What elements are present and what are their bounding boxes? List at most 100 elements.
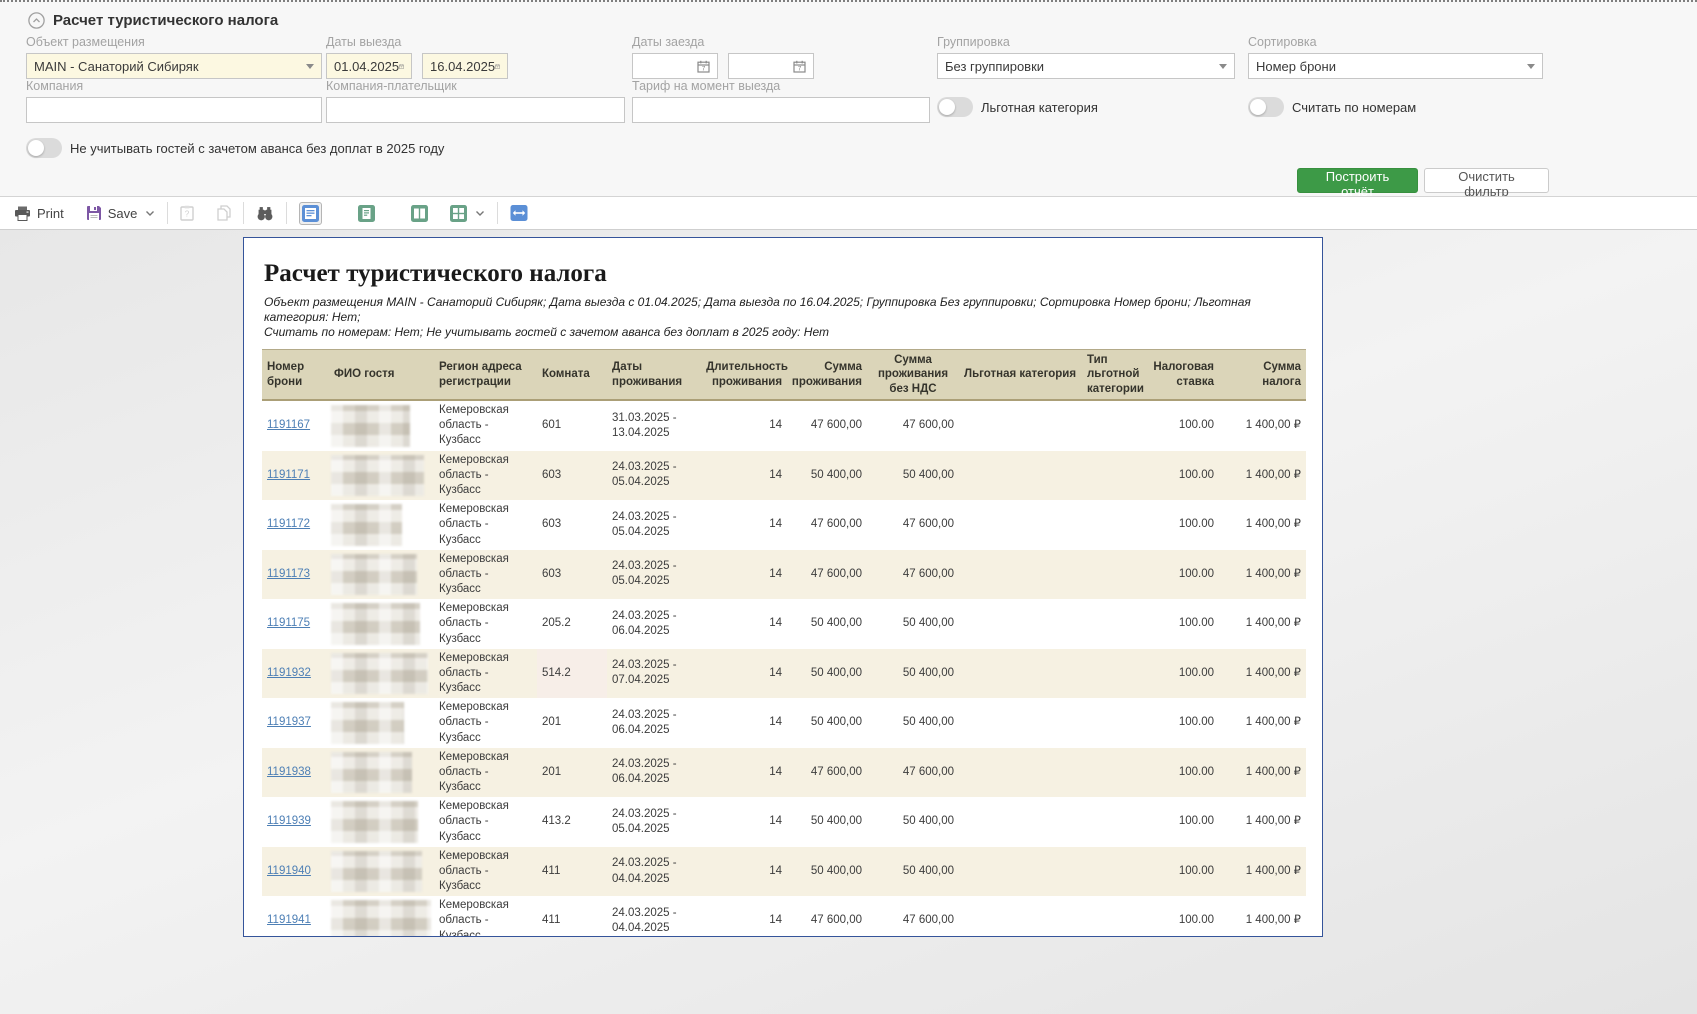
- sorting-select[interactable]: Номер брони: [1248, 53, 1543, 79]
- tax-amount-cell: 1 400,00 ₽: [1219, 649, 1306, 699]
- fit-width-button[interactable]: [510, 205, 528, 221]
- collapse-panel-button[interactable]: [28, 12, 45, 29]
- arrival-from-input[interactable]: 7: [632, 53, 718, 79]
- object-label: Объект размещения: [26, 35, 322, 50]
- guest-name-cell: [329, 896, 434, 937]
- departure-from-input[interactable]: 01.04.2025 7: [326, 53, 412, 79]
- stay-amount-no-vat-cell: 47 600,00: [867, 748, 959, 798]
- stay-dates-cell: 24.03.2025 - 05.04.2025: [607, 500, 707, 550]
- room-cell: 603: [537, 550, 607, 600]
- column-header: Сумма налога: [1219, 350, 1306, 399]
- toggle-switch[interactable]: [26, 138, 62, 158]
- blurred-guest-name: [331, 702, 404, 744]
- benefit-type-cell: [1082, 797, 1155, 847]
- report-table-body: 1191167Кемеровская область - Кузбасс6013…: [262, 401, 1306, 937]
- paste-button-disabled: ?: [180, 205, 194, 221]
- print-button[interactable]: Print: [14, 206, 64, 221]
- tariff-input[interactable]: [632, 97, 930, 123]
- stay-length-cell: 14: [707, 797, 787, 847]
- booking-link[interactable]: 1191175: [267, 616, 310, 631]
- stay-amount-no-vat-cell: 50 400,00: [867, 451, 959, 501]
- filter-panel: Расчет туристического налога Объект разм…: [0, 0, 1697, 196]
- stay-dates-cell: 24.03.2025 - 04.04.2025: [607, 847, 707, 897]
- stay-length-cell: 14: [707, 401, 787, 451]
- stay-length-cell: 14: [707, 698, 787, 748]
- view-continuous-button[interactable]: [358, 205, 375, 222]
- departure-to-input[interactable]: 16.04.2025 7: [422, 53, 508, 79]
- find-button[interactable]: [256, 206, 274, 221]
- booking-link[interactable]: 1191172: [267, 517, 310, 532]
- no-advance-toggle[interactable]: Не учитывать гостей с зачетом аванса без…: [26, 138, 444, 158]
- booking-link-cell: 1191167: [262, 401, 329, 451]
- tax-rate-cell: 100.00: [1155, 500, 1219, 550]
- view-two-pages-button[interactable]: [411, 205, 428, 222]
- table-row: 1191932Кемеровская область - Кузбасс514.…: [262, 649, 1306, 699]
- toolbar-separator: [497, 202, 498, 224]
- stay-amount-cell: 50 400,00: [787, 797, 867, 847]
- report-page: Расчет туристического налога Объект разм…: [243, 237, 1323, 937]
- stay-amount-cell: 47 600,00: [787, 500, 867, 550]
- column-header: Даты проживания: [607, 350, 707, 399]
- view-grid-icon: [450, 205, 467, 222]
- stay-amount-no-vat-cell: 50 400,00: [867, 847, 959, 897]
- calendar-icon: 7: [793, 60, 806, 73]
- table-row: 1191173Кемеровская область - Кузбасс6032…: [262, 550, 1306, 600]
- count-by-rooms-toggle[interactable]: Считать по номерам: [1248, 97, 1416, 117]
- stay-dates-cell: 24.03.2025 - 07.04.2025: [607, 649, 707, 699]
- stay-length-cell: 14: [707, 649, 787, 699]
- toggle-switch[interactable]: [937, 97, 973, 117]
- build-report-button[interactable]: Построить отчёт: [1297, 168, 1418, 193]
- booking-link[interactable]: 1191173: [267, 567, 310, 582]
- page-title: Расчет туристического налога: [53, 12, 278, 29]
- room-cell: 514.2: [537, 649, 607, 699]
- stay-length-cell: 14: [707, 550, 787, 600]
- report-viewer: Расчет туристического налога Объект разм…: [0, 230, 1697, 1014]
- stay-length-cell: 14: [707, 847, 787, 897]
- region-cell: Кемеровская область - Кузбасс: [434, 401, 537, 451]
- printer-icon: [14, 206, 31, 221]
- room-cell: 601: [537, 401, 607, 451]
- grouping-select[interactable]: Без группировки: [937, 53, 1235, 79]
- booking-link[interactable]: 1191938: [267, 765, 311, 780]
- benefit-category-cell: [959, 550, 1082, 600]
- screen: Расчет туристического налога Объект разм…: [0, 0, 1697, 1014]
- tax-rate-cell: 100.00: [1155, 748, 1219, 798]
- benefit-category-cell: [959, 698, 1082, 748]
- benefit-category-cell: [959, 896, 1082, 937]
- copy-button-disabled: [216, 205, 231, 221]
- clear-filter-button[interactable]: Очистить фильтр: [1424, 168, 1549, 193]
- object-select[interactable]: MAIN - Санаторий Сибиряк: [26, 53, 322, 79]
- payer-input[interactable]: [326, 97, 625, 123]
- view-single-page-button-selected[interactable]: [299, 202, 322, 225]
- booking-link[interactable]: 1191932: [267, 666, 311, 681]
- tax-rate-cell: 100.00: [1155, 550, 1219, 600]
- chevron-down-icon: [1527, 64, 1535, 69]
- save-button[interactable]: Save: [86, 205, 156, 221]
- table-row: 1191167Кемеровская область - Кузбасс6013…: [262, 401, 1306, 451]
- booking-link[interactable]: 1191167: [267, 418, 310, 433]
- benefit-type-cell: [1082, 599, 1155, 649]
- booking-link[interactable]: 1191939: [267, 814, 311, 829]
- tax-rate-cell: 100.00: [1155, 649, 1219, 699]
- tax-amount-cell: 1 400,00 ₽: [1219, 500, 1306, 550]
- benefit-category-toggle[interactable]: Льготная категория: [937, 97, 1098, 117]
- booking-link[interactable]: 1191937: [267, 715, 311, 730]
- toggle-switch[interactable]: [1248, 97, 1284, 117]
- no-advance-toggle-label: Не учитывать гостей с зачетом аванса без…: [70, 141, 444, 156]
- company-label: Компания: [26, 79, 322, 94]
- booking-link[interactable]: 1191171: [267, 468, 310, 483]
- booking-link[interactable]: 1191941: [267, 913, 311, 928]
- toolbar-separator: [286, 202, 287, 224]
- benefit-type-cell: [1082, 500, 1155, 550]
- booking-link[interactable]: 1191940: [267, 864, 311, 879]
- departure-dates-group: Даты выезда 01.04.2025 7 16.04.2025: [326, 35, 508, 79]
- company-input[interactable]: [26, 97, 322, 123]
- arrival-dates-group: Даты заезда 7: [632, 35, 814, 79]
- region-cell: Кемеровская область - Кузбасс: [434, 797, 537, 847]
- calendar-icon: 7: [399, 60, 404, 73]
- view-grid-button[interactable]: [450, 205, 485, 222]
- sorting-select-value: Номер брони: [1256, 59, 1336, 74]
- arrival-to-input[interactable]: 7: [728, 53, 814, 79]
- booking-link-cell: 1191173: [262, 550, 329, 600]
- copy-icon: [216, 205, 231, 221]
